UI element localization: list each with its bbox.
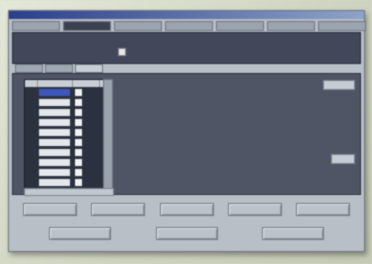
top-tab-3[interactable] xyxy=(114,21,162,31)
list-item-name xyxy=(39,159,70,166)
bottom-button-row-2 xyxy=(49,227,324,240)
list-item-name xyxy=(39,169,70,176)
list-item-name xyxy=(39,149,70,156)
list-item-name xyxy=(39,129,70,136)
list-item[interactable] xyxy=(25,98,105,107)
list-item[interactable] xyxy=(25,138,105,147)
list-horizontal-scrollbar[interactable] xyxy=(24,188,114,196)
application-window xyxy=(8,10,366,252)
list-item[interactable] xyxy=(25,178,105,187)
title-bar xyxy=(9,11,364,19)
header-row-1 xyxy=(19,37,27,42)
list-item-name xyxy=(39,179,70,186)
detail-field-2 xyxy=(123,93,273,101)
list-item-checkbox[interactable] xyxy=(75,169,82,176)
list-item-name xyxy=(39,119,70,126)
top-tab-bar xyxy=(12,21,366,31)
list-item-name xyxy=(39,99,70,106)
list-header xyxy=(25,80,105,87)
list-item[interactable] xyxy=(25,128,105,137)
sub-tab-bar xyxy=(15,64,103,73)
detail-field-6 xyxy=(123,141,273,149)
sub-tab-2[interactable] xyxy=(45,64,73,73)
list-item[interactable] xyxy=(25,118,105,127)
list-item-checkbox[interactable] xyxy=(75,119,82,126)
detail-field-5 xyxy=(123,129,273,137)
detail-field-1 xyxy=(123,81,273,89)
top-tab-1[interactable] xyxy=(12,21,60,31)
sub-tab-3[interactable] xyxy=(75,64,103,73)
header-row-2 xyxy=(19,49,27,54)
detail-top-right-button[interactable] xyxy=(323,80,355,90)
top-tab-6[interactable] xyxy=(267,21,315,31)
list-item-checkbox[interactable] xyxy=(75,109,82,116)
list-item-checkbox[interactable] xyxy=(75,139,82,146)
list-item-name xyxy=(39,109,70,116)
bottom-button-7[interactable] xyxy=(155,227,218,240)
main-panel xyxy=(12,73,361,196)
bottom-button-8[interactable] xyxy=(262,227,324,240)
list-item[interactable] xyxy=(25,168,105,177)
top-tab-7[interactable] xyxy=(318,21,366,31)
list-item[interactable] xyxy=(25,88,105,97)
top-tab-2[interactable] xyxy=(63,21,111,31)
detail-field-4 xyxy=(123,117,273,125)
list-column-header-2[interactable] xyxy=(38,80,73,87)
detail-bottom-right-button[interactable] xyxy=(331,154,355,164)
top-tab-5[interactable] xyxy=(216,21,264,31)
bottom-button-1[interactable] xyxy=(23,203,77,216)
top-tab-4[interactable] xyxy=(165,21,213,31)
detail-field-7 xyxy=(123,153,273,161)
bottom-button-3[interactable] xyxy=(159,203,214,216)
list-item-checkbox[interactable] xyxy=(75,149,82,156)
bottom-button-2[interactable] xyxy=(91,203,146,216)
list-item-name xyxy=(39,139,70,146)
list-item[interactable] xyxy=(25,158,105,167)
list-vertical-scrollbar[interactable] xyxy=(103,79,113,189)
list-item-name xyxy=(39,89,70,96)
detail-field-3 xyxy=(123,105,273,113)
list-item[interactable] xyxy=(25,108,105,117)
bottom-button-row-1 xyxy=(23,203,350,216)
item-list xyxy=(24,79,106,189)
bottom-button-4[interactable] xyxy=(227,203,282,216)
list-column-header-1[interactable] xyxy=(25,80,38,87)
bottom-button-5[interactable] xyxy=(296,203,350,216)
list-item-checkbox[interactable] xyxy=(75,99,82,106)
header-panel xyxy=(12,32,361,64)
list-item-checkbox[interactable] xyxy=(75,89,82,96)
list-item-checkbox[interactable] xyxy=(75,159,82,166)
list-column-header-3[interactable] xyxy=(73,80,100,87)
bottom-button-6[interactable] xyxy=(49,227,111,240)
list-item-checkbox[interactable] xyxy=(75,129,82,136)
sub-tab-1[interactable] xyxy=(15,64,43,73)
list-item-checkbox[interactable] xyxy=(75,179,82,186)
list-item[interactable] xyxy=(25,148,105,157)
header-checkbox[interactable] xyxy=(118,48,126,56)
